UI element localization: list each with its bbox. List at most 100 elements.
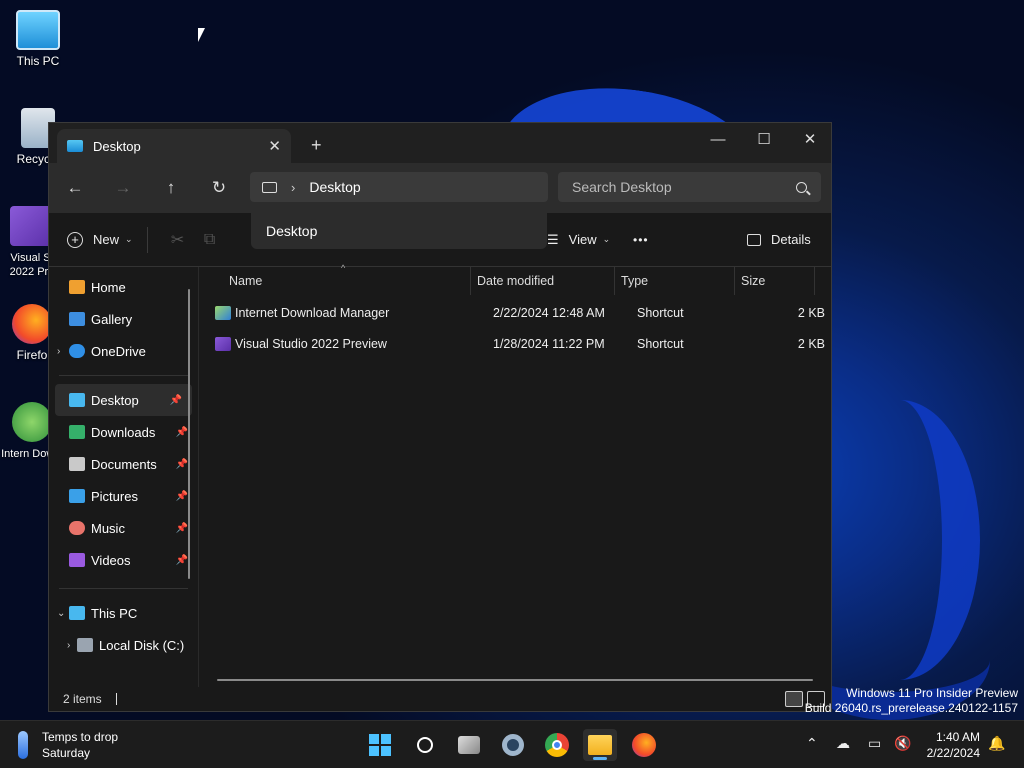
file-name: Internet Download Manager <box>235 305 390 320</box>
chevron-right-icon[interactable]: › <box>57 346 71 357</box>
file-date: 1/28/2024 11:22 PM <box>493 336 605 351</box>
close-tab-button[interactable]: ✕ <box>268 137 281 155</box>
sidebar-scrollbar[interactable] <box>188 289 190 579</box>
notification-bell-icon[interactable]: 🔔 <box>988 735 1005 752</box>
dropdown-item-desktop[interactable]: Desktop <box>266 223 317 239</box>
address-bar[interactable]: › Desktop <box>250 172 548 202</box>
new-label: New <box>93 232 120 247</box>
new-button[interactable]: + New ⌄ <box>67 231 133 248</box>
divider <box>59 588 188 589</box>
horizontal-scrollbar[interactable] <box>217 679 813 681</box>
volume-muted-icon[interactable]: 🔇 <box>894 735 911 752</box>
column-header-date-modified[interactable]: Date modified <box>471 267 615 295</box>
new-tab-button[interactable]: + <box>311 135 322 156</box>
up-button[interactable]: ↑ <box>151 172 191 204</box>
onedrive-offline-icon[interactable]: ☁ <box>836 735 850 752</box>
documents-icon <box>69 457 85 471</box>
start-button[interactable] <box>363 729 397 761</box>
column-header-type[interactable]: Type <box>615 267 735 295</box>
sidebar-item-label: Music <box>91 520 125 536</box>
minimize-button[interactable]: — <box>695 123 741 155</box>
sidebar-item-downloads[interactable]: Downloads 📌 <box>49 416 198 448</box>
file-date: 2/22/2024 12:48 AM <box>493 305 605 320</box>
file-explorer-window: Desktop ✕ + — ☐ ✕ ← → ↑ ↻ › Desktop Sear… <box>48 122 832 712</box>
sidebar-item-home[interactable]: Home <box>49 271 198 303</box>
firefox-icon <box>12 304 52 344</box>
back-button[interactable]: ← <box>55 172 95 204</box>
sort-ascending-icon: ^ <box>341 263 346 273</box>
close-window-button[interactable]: ✕ <box>787 123 833 155</box>
firefox-button[interactable] <box>627 729 661 761</box>
details-view-icon[interactable] <box>785 691 803 707</box>
address-dropdown: Desktop <box>251 213 547 249</box>
monitor-icon <box>16 10 60 50</box>
pin-icon: 📌 <box>175 490 188 502</box>
title-bar: Desktop ✕ + — ☐ ✕ <box>49 123 831 163</box>
sidebar-item-gallery[interactable]: Gallery <box>49 303 198 335</box>
sidebar-item-label: This PC <box>91 605 138 621</box>
file-row[interactable]: Visual Studio 2022 Preview 1/28/2024 11:… <box>199 328 831 359</box>
weather-headline: Temps to drop <box>42 730 119 744</box>
more-options-button[interactable]: ••• <box>633 233 649 247</box>
sidebar-item-documents[interactable]: Documents 📌 <box>49 448 198 480</box>
chrome-button[interactable] <box>540 729 574 761</box>
tab-desktop[interactable]: Desktop ✕ <box>57 129 291 163</box>
file-type: Shortcut <box>637 336 684 351</box>
network-icon[interactable]: ▭ <box>868 735 881 752</box>
sidebar-item-this-pc[interactable]: ⌄ This PC <box>49 597 198 629</box>
forward-button[interactable]: → <box>103 172 143 204</box>
chevron-down-icon[interactable]: ⌄ <box>57 608 71 619</box>
file-explorer-icon <box>588 735 612 755</box>
pin-icon: 📌 <box>175 554 188 566</box>
search-icon <box>417 737 433 753</box>
this-pc-icon <box>262 181 277 193</box>
task-view-button[interactable] <box>452 729 486 761</box>
chevron-down-icon: ⌄ <box>125 234 133 244</box>
clock-time: 1:40 AM <box>935 730 980 744</box>
clock[interactable]: 1:40 AM 2/22/2024 <box>927 729 980 761</box>
chevron-right-icon[interactable]: › <box>67 640 81 651</box>
firefox-icon <box>632 733 656 757</box>
clock-date: 2/22/2024 <box>926 746 980 760</box>
pin-icon: 📌 <box>175 458 188 470</box>
chevron-right-icon[interactable]: › <box>291 180 295 195</box>
view-button[interactable]: ☰ View ⌄ <box>547 232 610 248</box>
pin-icon: 📌 <box>175 426 188 438</box>
file-size: 2 KB <box>797 336 825 351</box>
refresh-button[interactable]: ↻ <box>199 172 239 204</box>
sidebar-item-onedrive[interactable]: › OneDrive <box>49 335 198 367</box>
desktop-icon-this-pc[interactable]: This PC <box>6 10 70 68</box>
column-header-name[interactable]: Name <box>199 267 471 295</box>
breadcrumb[interactable]: Desktop <box>309 179 360 195</box>
sidebar-item-videos[interactable]: Videos 📌 <box>49 544 198 576</box>
desktop-icon-label: Firefo <box>16 348 48 362</box>
taskbar-search-button[interactable] <box>408 729 442 761</box>
file-size: 2 KB <box>797 305 825 320</box>
item-count: 2 items <box>63 692 102 706</box>
maximize-button[interactable]: ☐ <box>741 123 787 155</box>
sidebar-item-desktop[interactable]: Desktop 📌 <box>55 384 192 416</box>
file-row[interactable]: Internet Download Manager 2/22/2024 12:4… <box>199 297 831 328</box>
pictures-icon <box>69 489 85 503</box>
onedrive-icon <box>69 344 85 358</box>
sidebar-item-local-disk[interactable]: › Local Disk (C:) <box>49 629 198 661</box>
weather-widget[interactable]: Temps to drop Saturday <box>18 729 118 761</box>
watermark-build: Build 26040.rs_prerelease.240122-1157 <box>804 701 1018 715</box>
file-explorer-button[interactable] <box>583 729 617 761</box>
settings-button[interactable] <box>496 729 530 761</box>
search-input[interactable]: Search Desktop <box>558 172 821 202</box>
sidebar-item-label: Local Disk (C:) <box>99 637 185 653</box>
sidebar-item-pictures[interactable]: Pictures 📌 <box>49 480 198 512</box>
tab-title: Desktop <box>93 138 141 154</box>
column-header-size[interactable]: Size <box>735 267 815 295</box>
weather-day: Saturday <box>42 746 91 760</box>
sidebar-item-label: Downloads <box>91 424 156 440</box>
navigation-bar: ← → ↑ ↻ › Desktop Search Desktop <box>49 163 831 213</box>
chevron-up-icon[interactable]: ⌃ <box>806 735 818 752</box>
details-button[interactable]: Details <box>747 232 811 247</box>
cut-icon[interactable]: ✂ <box>162 230 194 250</box>
details-label: Details <box>771 232 811 247</box>
sidebar-item-music[interactable]: Music 📌 <box>49 512 198 544</box>
copy-icon[interactable]: ⧉ <box>194 231 226 249</box>
file-name: Visual Studio 2022 Preview <box>235 336 387 351</box>
